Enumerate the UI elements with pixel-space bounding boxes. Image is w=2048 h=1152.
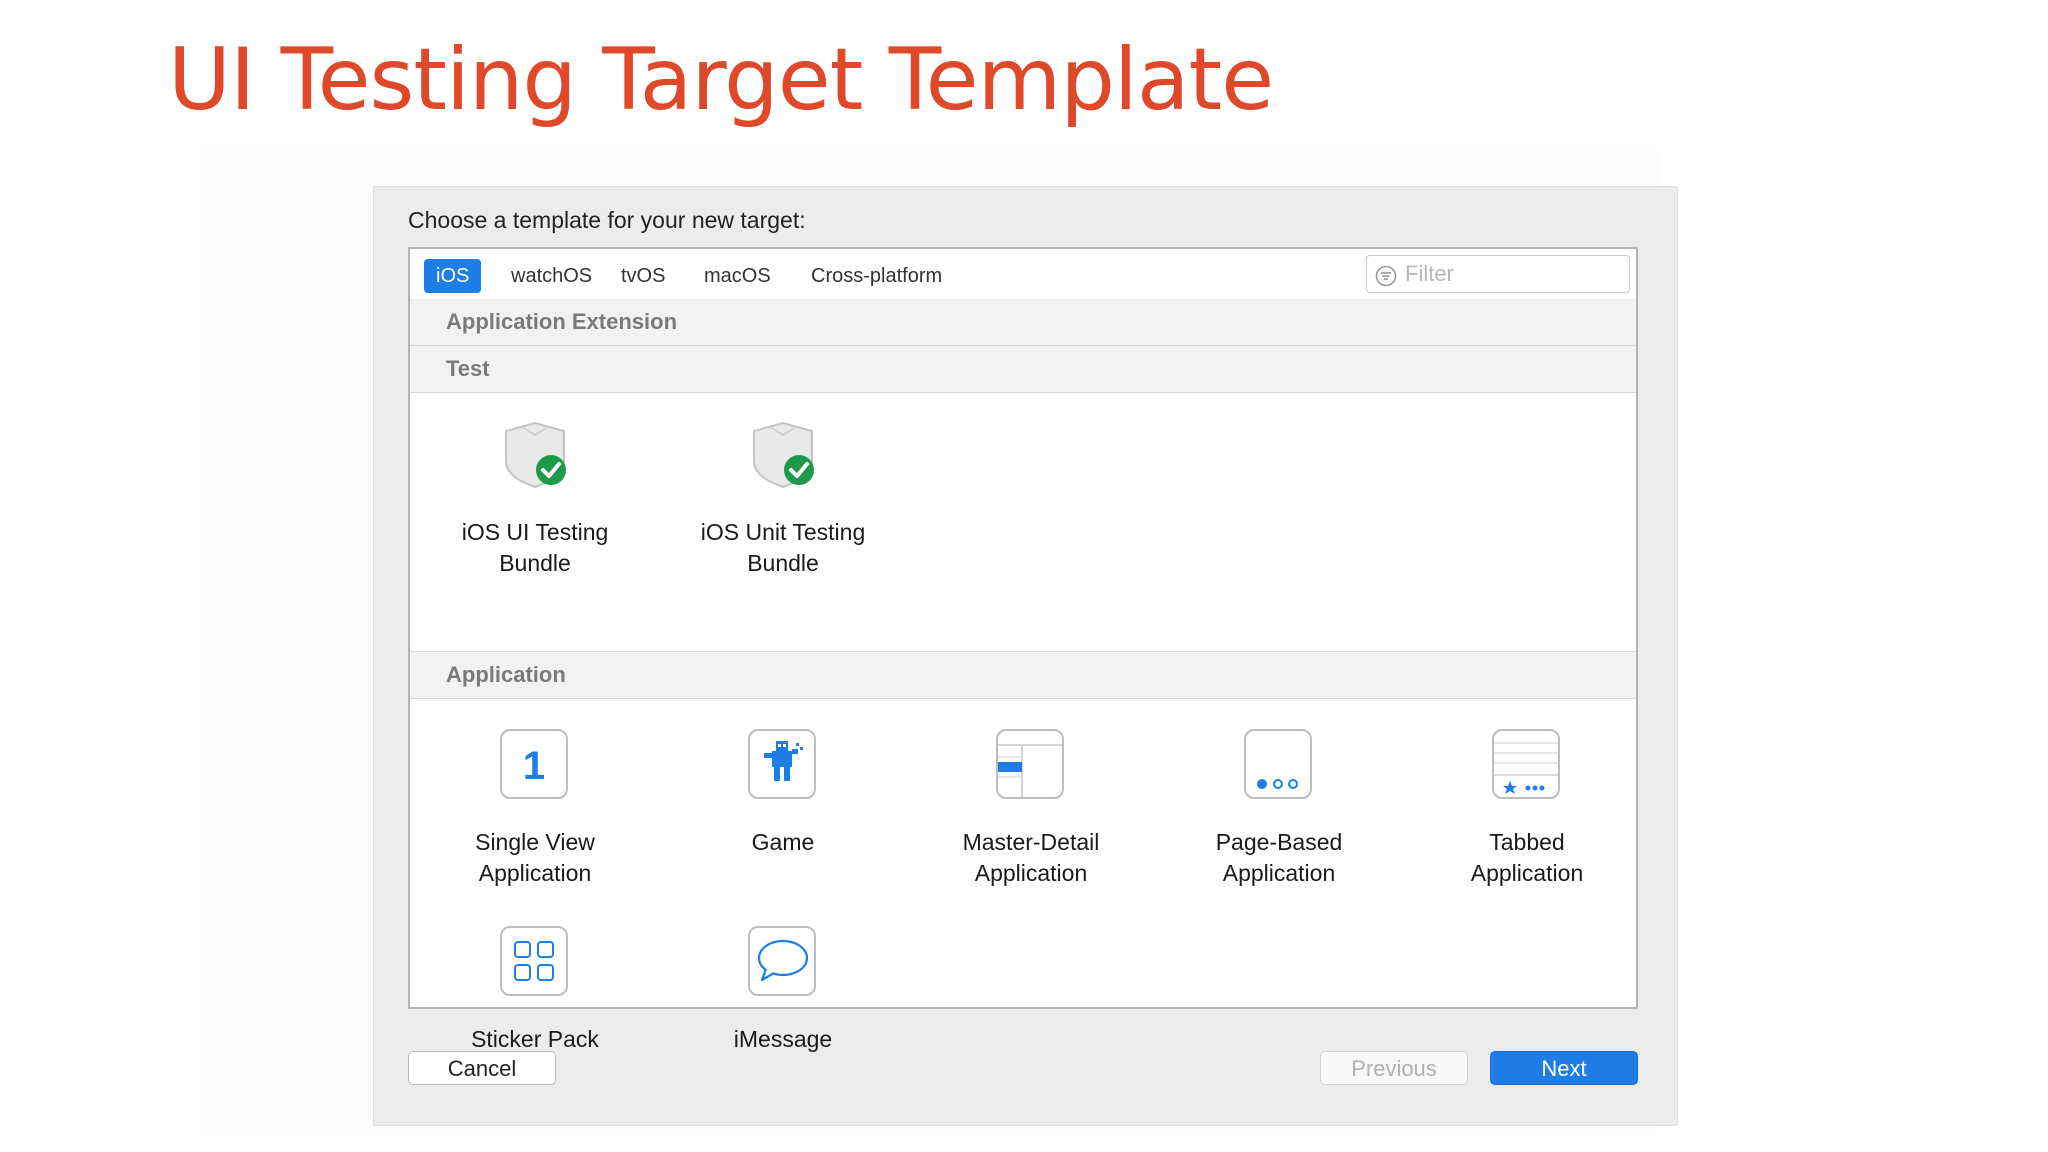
template-label-line2: Application: [1470, 860, 1584, 886]
filter-field[interactable]: [1366, 255, 1630, 293]
imessage-icon: [748, 926, 816, 996]
tab-watchos[interactable]: watchOS: [499, 259, 604, 293]
tabbed-icon: [1492, 729, 1560, 799]
template-label-line1: Master-Detail: [962, 829, 1100, 855]
new-target-dialog: Choose a template for your new target: i…: [373, 186, 1678, 1126]
dialog-prompt: Choose a template for your new target:: [408, 207, 806, 233]
template-label-line2: Bundle: [499, 550, 571, 576]
single-view-icon: 1: [500, 729, 568, 799]
template-label-line1: Tabbed: [1489, 829, 1565, 855]
template-label-line2: Application: [1222, 860, 1336, 886]
game-icon: [748, 729, 816, 799]
test-bundle-icon: [753, 421, 814, 489]
previous-button[interactable]: Previous: [1320, 1051, 1468, 1085]
svg-text:1: 1: [523, 744, 545, 788]
template-label: Game: [668, 827, 898, 858]
platform-tab-bar: iOS watchOS tvOS macOS Cross-platform: [410, 249, 1636, 299]
sticker-pack-icon: [500, 926, 568, 996]
template-label-line1: iMessage: [733, 1026, 833, 1052]
master-detail-icon: [996, 729, 1064, 799]
section-divider: [410, 698, 1636, 699]
tab-macos[interactable]: macOS: [692, 259, 783, 293]
filter-input[interactable]: [1403, 259, 1617, 289]
template-label-line1: iOS UI Testing: [461, 519, 609, 545]
slide-title: UI Testing Target Template: [168, 30, 1274, 130]
template-label: Page-Based Application: [1164, 827, 1394, 889]
section-header-application: Application: [410, 652, 1636, 698]
next-button[interactable]: Next: [1490, 1051, 1638, 1085]
tab-ios[interactable]: iOS: [424, 259, 482, 293]
template-label: Tabbed Application: [1412, 827, 1642, 889]
template-label-line1: Game: [751, 829, 815, 855]
tab-tvos[interactable]: tvOS: [609, 259, 677, 293]
template-panel: iOS watchOS tvOS macOS Cross-platform Ap…: [408, 247, 1638, 1052]
tab-cross-platform[interactable]: Cross-platform: [799, 259, 954, 293]
page-based-icon: [1244, 729, 1312, 799]
template-label-line2: Bundle: [747, 550, 819, 576]
section-divider: [410, 392, 1636, 393]
template-label-line1: Page-Based: [1215, 829, 1343, 855]
cancel-button[interactable]: Cancel: [408, 1051, 556, 1085]
section-header-test: Test: [410, 346, 1636, 392]
template-label-line2: Application: [974, 860, 1088, 886]
template-label: iOS Unit Testing Bundle: [668, 517, 898, 579]
template-label-line1: iOS Unit Testing: [700, 519, 866, 545]
filter-icon: [1375, 265, 1397, 287]
test-bundle-icon: [505, 421, 566, 489]
template-label-line2: Application: [478, 860, 592, 886]
template-label: iOS UI Testing Bundle: [420, 517, 650, 579]
template-label: Master-Detail Application: [916, 827, 1146, 889]
template-label-line1: Single View: [475, 829, 595, 855]
template-label: Single View Application: [420, 827, 650, 889]
template-label: iMessage: [668, 1024, 898, 1055]
section-header-application-extension: Application Extension: [410, 299, 1636, 345]
